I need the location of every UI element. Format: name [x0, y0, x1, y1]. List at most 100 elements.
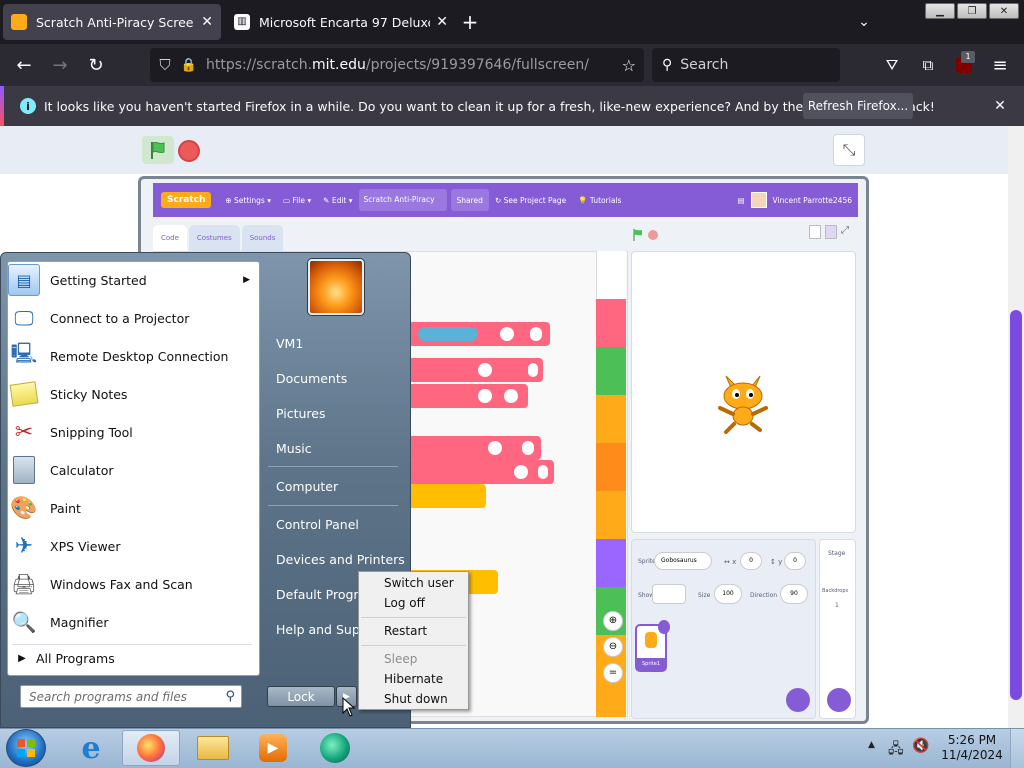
all-programs-item[interactable]: ▶ All Programs	[8, 645, 258, 671]
new-tab-button[interactable]: +	[458, 10, 482, 34]
stage-fullscreen-icon[interactable]: ⤢	[841, 225, 853, 239]
forward-arrow-icon[interactable]: →	[46, 51, 74, 79]
taskbar-clock[interactable]: 5:26 PM 11/4/2024	[938, 733, 1006, 765]
program-fax-scan[interactable]: 🖨 Windows Fax and Scan	[8, 565, 258, 603]
size-field[interactable]: 100	[714, 584, 742, 604]
zoom-out-icon[interactable]: ⊖	[603, 637, 623, 657]
account-name[interactable]: Vincent Parrotte2456	[767, 183, 858, 217]
choose-sprite-icon[interactable]	[786, 688, 810, 712]
green-flag-icon[interactable]	[142, 136, 174, 164]
start-search-input[interactable]: Search programs and files ⚲	[20, 685, 242, 708]
pictures-link[interactable]: Pictures	[276, 406, 326, 421]
stage-preview[interactable]	[631, 251, 856, 533]
refresh-firefox-button[interactable]: Refresh Firefox...	[803, 93, 913, 119]
log-off-item[interactable]: Log off	[384, 596, 425, 610]
program-sticky-notes[interactable]: Sticky Notes	[8, 375, 258, 413]
program-getting-started[interactable]: ▤ Getting Started ▶	[8, 261, 258, 299]
small-stage-icon[interactable]	[809, 225, 821, 239]
list-tabs-chevron-icon[interactable]: ⌄	[852, 10, 876, 34]
user-picture-avatar[interactable]	[308, 259, 364, 315]
x-field[interactable]: 0	[740, 552, 762, 570]
devices-printers-link[interactable]: Devices and Printers	[276, 552, 405, 567]
hamburger-menu-icon[interactable]: ≡	[986, 51, 1014, 79]
search-icon[interactable]: ⚲	[225, 689, 235, 704]
zoom-in-icon[interactable]: ⊕	[603, 611, 623, 631]
close-tab-icon[interactable]: ✕	[430, 14, 448, 30]
program-calculator[interactable]: Calculator	[8, 451, 258, 489]
avatar[interactable]	[750, 192, 767, 208]
tray-expand-icon[interactable]: ▲	[868, 740, 880, 754]
program-xps-viewer[interactable]: ✈ XPS Viewer	[8, 527, 258, 565]
close-notification-icon[interactable]: ✕	[990, 96, 1010, 116]
code-block[interactable]	[408, 358, 543, 382]
switch-user-item[interactable]: Switch user	[384, 576, 454, 590]
search-field[interactable]: ⚲ Search	[652, 48, 840, 82]
exit-fullscreen-icon[interactable]: ⤡	[833, 134, 865, 166]
settings-menu[interactable]: ⊕ Settings ▾	[219, 183, 277, 217]
sprite-name-field[interactable]: Gobosaurus	[654, 552, 712, 570]
url-bar[interactable]: ⛉ 🔒 https://scratch.mit.edu/projects/919…	[150, 48, 644, 82]
firefox-icon[interactable]	[122, 730, 180, 766]
program-paint[interactable]: 🎨 Paint	[8, 489, 258, 527]
y-field[interactable]: 0	[784, 552, 806, 570]
project-title-field[interactable]: Scratch Anti-Piracy Scr...	[358, 189, 447, 211]
shield-icon[interactable]: ⛉	[152, 56, 178, 74]
hibernate-item[interactable]: Hibernate	[384, 672, 443, 686]
media-player-icon[interactable]: ▶	[244, 730, 302, 766]
tab-costumes[interactable]: Costumes	[188, 225, 240, 251]
editor-stop-icon[interactable]	[648, 230, 658, 240]
tab-scratch[interactable]: Scratch Anti-Piracy Screen on S ✕	[3, 4, 221, 40]
show-desktop-button[interactable]	[1010, 729, 1024, 768]
browser-globe-icon[interactable]	[306, 730, 364, 766]
large-stage-icon[interactable]	[825, 225, 837, 239]
close-tab-icon[interactable]: ✕	[195, 14, 213, 30]
direction-field[interactable]: 90	[780, 584, 808, 604]
back-arrow-icon[interactable]: ←	[10, 51, 38, 79]
close-window-button[interactable]: ✕	[989, 3, 1019, 19]
share-button[interactable]: Shared	[450, 189, 489, 211]
control-panel-link[interactable]: Control Panel	[276, 517, 359, 532]
start-orb-icon[interactable]	[6, 729, 46, 767]
tab-sounds[interactable]: Sounds	[241, 225, 284, 251]
code-block[interactable]	[408, 460, 554, 484]
code-block[interactable]	[408, 484, 486, 508]
code-block[interactable]	[408, 384, 528, 408]
edit-menu[interactable]: ✎ Edit ▾	[317, 183, 358, 217]
windows-explorer-icon[interactable]	[184, 730, 242, 766]
user-folder-link[interactable]: VM1	[276, 336, 303, 351]
my-stuff-icon[interactable]: ▤	[731, 183, 750, 217]
restart-item[interactable]: Restart	[384, 624, 427, 638]
program-connect-projector[interactable]: 🖵 Connect to a Projector	[8, 299, 258, 337]
see-project-page-button[interactable]: ↻ See Project Page	[489, 183, 572, 217]
reload-icon[interactable]: ↻	[82, 51, 110, 79]
shut-down-item[interactable]: Shut down	[384, 692, 448, 706]
documents-link[interactable]: Documents	[276, 371, 347, 386]
extensions-icon[interactable]: ⧉	[914, 51, 942, 79]
lock-icon[interactable]: 🔒	[178, 58, 200, 73]
scratch-cat-sprite-icon[interactable]	[714, 368, 772, 436]
file-menu[interactable]: ▭ File ▾	[277, 183, 317, 217]
editor-green-flag-icon[interactable]	[633, 229, 643, 241]
code-block[interactable]	[408, 322, 550, 346]
internet-explorer-icon[interactable]: e	[62, 730, 120, 766]
program-remote-desktop[interactable]: 🖳 Remote Desktop Connection	[8, 337, 258, 375]
computer-link[interactable]: Computer	[276, 479, 338, 494]
music-link[interactable]: Music	[276, 441, 312, 456]
program-magnifier[interactable]: 🔍 Magnifier	[8, 603, 258, 641]
tutorials-button[interactable]: 💡 Tutorials	[572, 183, 627, 217]
bookmark-star-icon[interactable]: ☆	[622, 56, 636, 75]
tab-encarta[interactable]: ▥ Microsoft Encarta 97 Deluxe : M ✕	[226, 4, 456, 40]
minimize-button[interactable]: ▁	[925, 3, 955, 19]
lock-button[interactable]: Lock	[267, 686, 335, 707]
choose-backdrop-icon[interactable]	[827, 688, 851, 712]
stage-target-pane[interactable]: Stage Backdrops 1	[819, 539, 856, 719]
tab-code[interactable]: Code	[153, 225, 187, 251]
code-block[interactable]	[408, 436, 541, 460]
restore-button[interactable]: ❐	[957, 3, 987, 19]
scrollbar-thumb[interactable]	[1010, 310, 1022, 700]
pocket-icon[interactable]: ⛛	[878, 51, 906, 79]
zoom-reset-icon[interactable]: =	[603, 663, 623, 683]
delete-sprite-icon[interactable]	[658, 620, 670, 634]
visibility-toggle[interactable]	[652, 584, 686, 604]
program-snipping-tool[interactable]: ✂ Snipping Tool	[8, 413, 258, 451]
